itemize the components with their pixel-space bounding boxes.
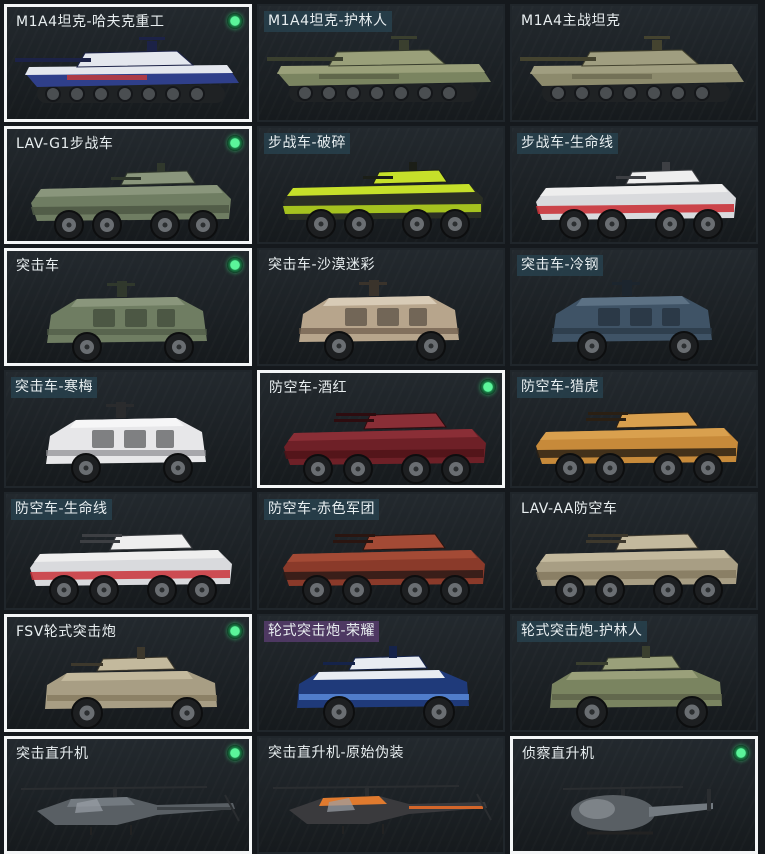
assault-vehicle-icon	[6, 392, 250, 486]
equipped-indicator-icon	[227, 257, 243, 273]
vehicle-skin-card[interactable]: M1A4主战坦克	[510, 4, 758, 122]
vehicle-skin-name: FSV轮式突击炮	[16, 624, 117, 640]
assault-gun-icon	[7, 637, 249, 729]
equipped-indicator-icon	[227, 135, 243, 151]
vehicle-skin-name: 步战车-破碎	[264, 133, 351, 154]
equipped-indicator-icon	[227, 745, 243, 761]
vehicle-skin-name: 轮式突击炮-荣耀	[264, 621, 380, 642]
vehicle-skin-card[interactable]: 防空车-赤色军团	[257, 492, 505, 610]
vehicle-skin-card[interactable]: 防空车-猎虎	[510, 370, 758, 488]
assault-gun-icon	[259, 636, 503, 730]
vehicle-skin-card[interactable]: 步战车-破碎	[257, 126, 505, 244]
ifv-icon	[259, 148, 503, 242]
vehicle-skin-card[interactable]: 防空车-酒红	[257, 370, 505, 488]
tank-icon	[7, 27, 249, 119]
vehicle-skin-name: 防空车-赤色军团	[264, 499, 380, 520]
assault-gun-icon	[512, 636, 756, 730]
vehicle-skin-name: 侦察直升机	[522, 746, 595, 762]
vehicle-skin-name: M1A4主战坦克	[521, 13, 621, 29]
aa-vehicle-icon	[512, 392, 756, 486]
aa-vehicle-icon	[260, 393, 502, 485]
tank-icon	[259, 26, 503, 120]
vehicle-skin-card[interactable]: M1A4坦克-哈夫克重工	[4, 4, 252, 122]
vehicle-skin-card[interactable]: LAV-AA防空车	[510, 492, 758, 610]
vehicle-skin-name: 突击车-冷钢	[517, 255, 604, 276]
vehicle-skin-card[interactable]: 轮式突击炮-荣耀	[257, 614, 505, 732]
vehicle-skin-card[interactable]: 防空车-生命线	[4, 492, 252, 610]
assault-vehicle-icon	[259, 270, 503, 364]
vehicle-skin-name: 突击直升机	[16, 746, 89, 762]
vehicle-skin-card[interactable]: FSV轮式突击炮	[4, 614, 252, 732]
assault-vehicle-icon	[7, 271, 249, 363]
vehicle-skin-card[interactable]: 突击车-冷钢	[510, 248, 758, 366]
vehicle-skin-name: 防空车-猎虎	[517, 377, 604, 398]
vehicle-skin-card[interactable]: 步战车-生命线	[510, 126, 758, 244]
equipped-indicator-icon	[227, 623, 243, 639]
equipped-indicator-icon	[480, 379, 496, 395]
vehicle-skin-name: 防空车-酒红	[269, 380, 348, 396]
vehicle-skin-name: LAV-AA防空车	[521, 501, 618, 517]
tank-icon	[512, 26, 756, 120]
vehicle-skin-card[interactable]: 侦察直升机	[510, 736, 758, 854]
vehicle-skin-card[interactable]: 突击直升机	[4, 736, 252, 854]
aa-vehicle-icon	[512, 514, 756, 608]
vehicle-skin-name: 防空车-生命线	[11, 499, 112, 520]
ifv-icon	[7, 149, 249, 241]
vehicle-skin-name: 轮式突击炮-护林人	[517, 621, 647, 642]
equipped-indicator-icon	[733, 745, 749, 761]
scout-helicopter-icon	[513, 759, 755, 851]
attack-helicopter-icon	[7, 759, 249, 851]
vehicle-skin-name: LAV-G1步战车	[16, 136, 114, 152]
vehicle-skin-name: 突击直升机-原始伪装	[268, 745, 405, 761]
vehicle-skin-card[interactable]: 突击直升机-原始伪装	[257, 736, 505, 854]
equipped-indicator-icon	[227, 13, 243, 29]
vehicle-skin-name: M1A4坦克-哈夫克重工	[16, 14, 165, 30]
vehicle-skin-card[interactable]: 轮式突击炮-护林人	[510, 614, 758, 732]
vehicle-skin-name: M1A4坦克-护林人	[264, 11, 392, 32]
vehicle-skin-card[interactable]: M1A4坦克-护林人	[257, 4, 505, 122]
vehicle-skin-card[interactable]: LAV-G1步战车	[4, 126, 252, 244]
vehicle-skin-card[interactable]: 突击车	[4, 248, 252, 366]
aa-vehicle-icon	[259, 514, 503, 608]
assault-vehicle-icon	[512, 270, 756, 364]
vehicle-skin-name: 突击车-寒梅	[11, 377, 98, 398]
vehicle-skin-name: 步战车-生命线	[517, 133, 618, 154]
vehicle-skin-grid: M1A4坦克-哈夫克重工 M1A4坦克-护林人 M1A4主战坦克 LAV-G1步…	[4, 4, 758, 854]
vehicle-skin-card[interactable]: 突击车-沙漠迷彩	[257, 248, 505, 366]
aa-vehicle-icon	[6, 514, 250, 608]
ifv-icon	[512, 148, 756, 242]
attack-helicopter-icon	[259, 758, 503, 852]
vehicle-skin-name: 突击车-沙漠迷彩	[268, 257, 376, 273]
vehicle-skin-name: 突击车	[16, 258, 60, 274]
vehicle-skin-card[interactable]: 突击车-寒梅	[4, 370, 252, 488]
